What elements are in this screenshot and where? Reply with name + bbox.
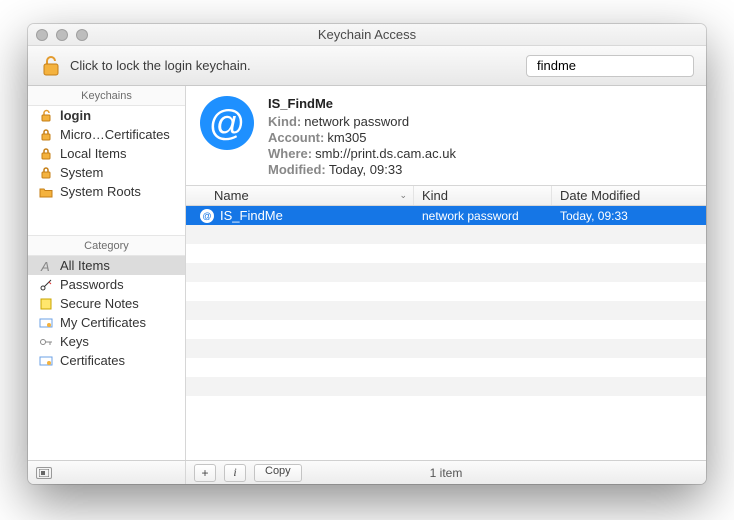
- minimize-window-button[interactable]: [56, 29, 68, 41]
- toolbar: Click to lock the login keychain. ✕: [28, 46, 706, 86]
- keychains-header: Keychains: [28, 86, 185, 106]
- titlebar[interactable]: Keychain Access: [28, 24, 706, 46]
- table-row: [186, 225, 706, 244]
- column-date[interactable]: Date Modified: [552, 186, 706, 205]
- sidebar-item-label: Certificates: [60, 353, 125, 368]
- where-label: Where:: [268, 146, 312, 161]
- sidebar-item-local-items[interactable]: Local Items: [28, 144, 185, 163]
- lock-keychain-icon[interactable]: [40, 54, 62, 78]
- unlocked-padlock-icon: [38, 108, 54, 124]
- lock-keychain-message: Click to lock the login keychain.: [70, 58, 251, 73]
- all-items-icon: A: [38, 258, 54, 274]
- modified-value: Today, 09:33: [329, 162, 402, 177]
- zoom-window-button[interactable]: [76, 29, 88, 41]
- kind-value: network password: [304, 114, 409, 129]
- item-count: 1 item: [430, 466, 463, 480]
- at-sign-icon: @: [200, 96, 254, 150]
- category-list: A All Items Passwords Secure Notes My Ce…: [28, 256, 185, 370]
- search-input[interactable]: [537, 58, 706, 73]
- search-field[interactable]: ✕: [526, 55, 694, 77]
- toggle-preview-icon[interactable]: [36, 467, 52, 479]
- table-row: [186, 244, 706, 263]
- item-detail: @ IS_FindMe Kind: network password Accou…: [186, 86, 706, 186]
- locked-padlock-icon: [38, 165, 54, 181]
- category-secure-notes[interactable]: Secure Notes: [28, 294, 185, 313]
- my-certificates-icon: [38, 315, 54, 331]
- keychains-list: login Micro…Certificates Local Items Sys…: [28, 106, 185, 201]
- sidebar-item-label: System: [60, 165, 103, 180]
- table-body[interactable]: @ IS_FindMe network password Today, 09:33: [186, 206, 706, 460]
- table-row: [186, 358, 706, 377]
- close-window-button[interactable]: [36, 29, 48, 41]
- detail-title: IS_FindMe: [268, 96, 456, 111]
- category-header: Category: [28, 235, 185, 256]
- keychain-access-window: Keychain Access Click to lock the login …: [28, 24, 706, 484]
- row-date: Today, 09:33: [552, 209, 706, 223]
- folder-icon: [38, 184, 54, 200]
- sidebar: Keychains login Micro…Certificates Local…: [28, 86, 186, 460]
- add-item-button[interactable]: +: [194, 464, 216, 482]
- category-my-certificates[interactable]: My Certificates: [28, 313, 185, 332]
- main-pane: @ IS_FindMe Kind: network password Accou…: [186, 86, 706, 460]
- sidebar-item-system-roots[interactable]: System Roots: [28, 182, 185, 201]
- sidebar-item-microsoft-certs[interactable]: Micro…Certificates: [28, 125, 185, 144]
- footer: + i Copy 1 item: [28, 460, 706, 484]
- sidebar-item-label: My Certificates: [60, 315, 146, 330]
- sidebar-item-label: Micro…Certificates: [60, 127, 170, 142]
- window-title: Keychain Access: [36, 27, 698, 42]
- category-certificates[interactable]: Certificates: [28, 351, 185, 370]
- column-name[interactable]: Name⌄: [186, 186, 414, 205]
- sidebar-item-label: All Items: [60, 258, 110, 273]
- keys-icon: [38, 334, 54, 350]
- locked-padlock-icon: [38, 127, 54, 143]
- table-row: [186, 320, 706, 339]
- info-button[interactable]: i: [224, 464, 246, 482]
- table-row: [186, 377, 706, 396]
- passwords-icon: [38, 277, 54, 293]
- table-row: [186, 396, 706, 415]
- sidebar-item-label: Local Items: [60, 146, 126, 161]
- table-row: [186, 263, 706, 282]
- table-row[interactable]: @ IS_FindMe network password Today, 09:33: [186, 206, 706, 225]
- modified-label: Modified:: [268, 162, 326, 177]
- locked-padlock-icon: [38, 146, 54, 162]
- account-label: Account:: [268, 130, 324, 145]
- account-value: km305: [327, 130, 366, 145]
- table-header: Name⌄ Kind Date Modified: [186, 186, 706, 206]
- table-row: [186, 282, 706, 301]
- sidebar-item-system[interactable]: System: [28, 163, 185, 182]
- sidebar-item-label: Secure Notes: [60, 296, 139, 311]
- secure-notes-icon: [38, 296, 54, 312]
- category-keys[interactable]: Keys: [28, 332, 185, 351]
- sidebar-item-label: login: [60, 108, 91, 123]
- kind-label: Kind:: [268, 114, 301, 129]
- column-kind[interactable]: Kind: [414, 186, 552, 205]
- svg-text:A: A: [40, 259, 50, 273]
- category-passwords[interactable]: Passwords: [28, 275, 185, 294]
- traffic-lights: [36, 29, 88, 41]
- sidebar-item-label: Keys: [60, 334, 89, 349]
- row-kind: network password: [414, 209, 552, 223]
- table-row: [186, 339, 706, 358]
- sort-indicator-icon: ⌄: [399, 190, 407, 201]
- category-all-items[interactable]: A All Items: [28, 256, 185, 275]
- where-value: smb://print.ds.cam.ac.uk: [315, 146, 456, 161]
- certificates-icon: [38, 353, 54, 369]
- sidebar-item-label: System Roots: [60, 184, 141, 199]
- at-sign-icon: @: [200, 209, 214, 223]
- table-row: [186, 301, 706, 320]
- sidebar-item-label: Passwords: [60, 277, 124, 292]
- row-name: IS_FindMe: [220, 208, 283, 223]
- sidebar-item-login[interactable]: login: [28, 106, 185, 125]
- copy-button[interactable]: Copy: [254, 464, 302, 482]
